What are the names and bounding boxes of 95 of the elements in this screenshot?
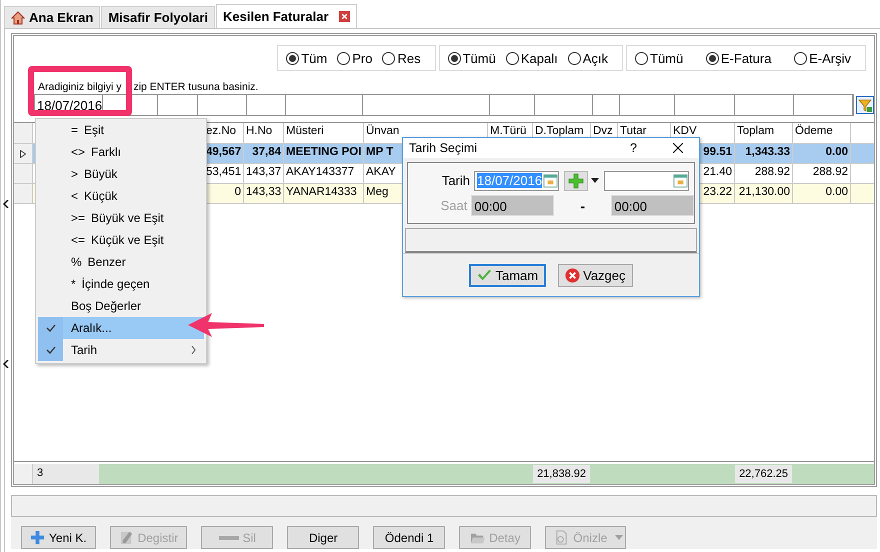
operator-symbol: * xyxy=(71,277,76,291)
menu-item[interactable]: Tarih xyxy=(38,339,204,361)
time-field[interactable]: 00:00 xyxy=(611,195,694,216)
table-cell: 288.92 xyxy=(793,164,851,183)
pencil-icon xyxy=(118,530,134,545)
menu-item[interactable]: Boş Değerler xyxy=(38,295,204,317)
column-header[interactable]: Toplam xyxy=(735,123,793,143)
table-cell: 143,33 xyxy=(244,184,284,203)
menu-item[interactable]: > Büyük xyxy=(38,163,204,185)
operator-symbol: = xyxy=(71,123,78,137)
menu-item[interactable]: < Küçük xyxy=(38,185,204,207)
cancel-button[interactable]: Vazgeç xyxy=(558,264,633,286)
calendar-icon[interactable] xyxy=(543,173,558,188)
total-value: 21,838.92 xyxy=(533,465,590,483)
table-cell: 288.92 xyxy=(735,164,793,183)
total-value: 22,762.25 xyxy=(735,465,792,483)
menu-label: Farklı xyxy=(91,145,122,159)
table-cell: AKAY143377 xyxy=(284,164,364,183)
menu-label: Eşit xyxy=(84,123,106,137)
column-header[interactable]: H.No xyxy=(244,123,284,143)
table-cell: YANAR14333 xyxy=(284,184,364,203)
operator-symbol: < xyxy=(71,189,78,203)
tab[interactable]: Misafir Folyolari xyxy=(101,6,216,28)
column-header[interactable]: Ödeme xyxy=(793,123,851,143)
tab-label: Ana Ekran xyxy=(29,10,94,25)
operator-symbol: % xyxy=(71,255,82,269)
menu-item[interactable]: % Benzer xyxy=(38,251,204,273)
tab-label: Kesilen Faturalar xyxy=(223,9,329,24)
menu-label: Büyük xyxy=(84,167,118,181)
toolbar-button[interactable]: Yeni K. xyxy=(21,526,96,549)
radio-button[interactable]: Tümü xyxy=(448,50,496,66)
funnel-icon[interactable] xyxy=(856,96,874,114)
operator-symbol: <= xyxy=(71,233,86,247)
operator-symbol: > xyxy=(71,167,78,181)
tab[interactable]: Ana Ekran xyxy=(4,6,100,28)
table-cell: 0.00 xyxy=(793,144,851,163)
house-icon xyxy=(11,10,25,24)
range-separator: - xyxy=(579,198,586,214)
cancel-icon xyxy=(565,268,580,282)
column-header[interactable]: Müsteri xyxy=(284,123,364,143)
document-icon xyxy=(554,530,570,545)
radio-button[interactable]: Açık xyxy=(568,50,608,66)
radio-button[interactable]: Tüm xyxy=(286,50,328,66)
checkmark-icon xyxy=(46,324,56,332)
close-icon[interactable] xyxy=(673,143,683,153)
toolbar-button[interactable]: Ödendi 1 xyxy=(373,526,446,549)
checkmark-icon xyxy=(477,268,492,282)
menu-label: Aralık... xyxy=(71,321,113,335)
plus-icon xyxy=(568,172,584,188)
checkmark-icon xyxy=(46,346,56,354)
tab[interactable]: Kesilen Faturalar xyxy=(216,4,357,28)
radio-button[interactable]: Tümü xyxy=(635,50,684,66)
help-button[interactable]: ? xyxy=(630,141,637,155)
dropdown-caret-icon xyxy=(615,535,624,540)
radio-button[interactable]: Pro xyxy=(337,50,372,66)
toolbar-button[interactable]: Diger xyxy=(287,526,360,549)
table-cell: 37,84 xyxy=(244,144,284,163)
menu-item[interactable]: * İçinde geçen xyxy=(38,273,204,295)
menu-label: Benzer xyxy=(88,255,127,269)
operator-symbol: <> xyxy=(71,145,86,159)
menu-item[interactable]: >= Büyük ve Eşit xyxy=(38,207,204,229)
radio-button[interactable]: Kapalı xyxy=(506,50,558,66)
menu-label: Küçük ve Eşit xyxy=(91,233,165,247)
menu-label: Küçük xyxy=(84,189,118,203)
date-field[interactable] xyxy=(604,170,689,190)
minus-icon xyxy=(218,534,239,542)
tab-label: Misafir Folyolari xyxy=(108,10,208,25)
table-cell: MEETING POI xyxy=(284,144,364,163)
menu-item[interactable]: <= Küçük ve Eşit xyxy=(38,229,204,251)
menu-label: Tarih xyxy=(71,343,98,357)
current-row-icon xyxy=(20,150,26,158)
plus-icon xyxy=(30,530,45,545)
dialog-title: Tarih Seçimi xyxy=(409,141,478,155)
menu-label: İçinde geçen xyxy=(82,277,151,291)
radio-button[interactable]: E-Arşiv xyxy=(794,50,851,66)
menu-item[interactable]: = Eşit xyxy=(38,119,204,141)
hint-text: zip ENTER tusuna basiniz. xyxy=(133,81,258,94)
ok-button[interactable]: Tamam xyxy=(469,264,546,286)
row-count: 3 xyxy=(33,464,99,484)
radio-button[interactable]: Res xyxy=(382,50,421,66)
calendar-icon[interactable] xyxy=(673,173,688,188)
time-field[interactable]: 00:00 xyxy=(471,195,554,216)
hint-text: Aradiginiz bilgiyi y xyxy=(38,81,122,94)
table-cell: 21,130.00 xyxy=(735,184,793,203)
menu-item[interactable]: Aralık... xyxy=(38,317,204,339)
filter-field[interactable]: 18/07/2016 xyxy=(35,95,103,115)
radio-button[interactable]: E-Fatura xyxy=(706,50,772,66)
row-header-cell xyxy=(14,464,33,484)
table-cell: 1,343.33 xyxy=(735,144,793,163)
table-cell: 0.00 xyxy=(793,184,851,203)
operator-symbol: >= xyxy=(71,211,86,225)
menu-label: Büyük ve Eşit xyxy=(91,211,165,225)
table-cell: 143,37 xyxy=(244,164,284,183)
menu-label: Boş Değerler xyxy=(71,299,142,313)
menu-item[interactable]: <> Farklı xyxy=(38,141,204,163)
